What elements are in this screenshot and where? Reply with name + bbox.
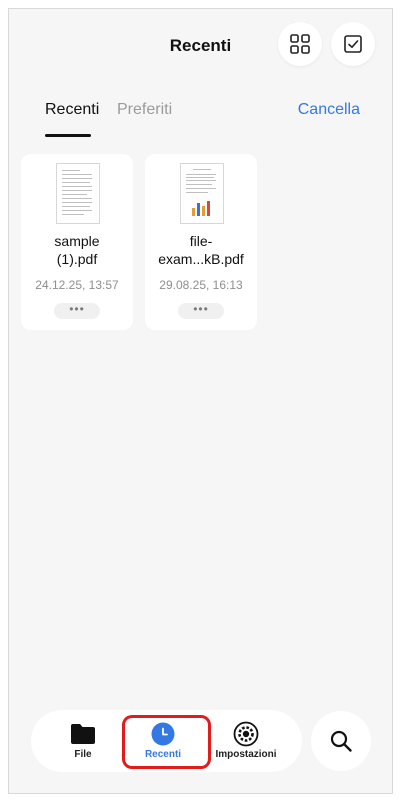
nav-label: File <box>74 749 92 760</box>
file-name: file- exam...kB.pdf <box>158 233 244 267</box>
settings-gear-icon <box>233 721 259 747</box>
app-screen: Recenti Recenti Preferiti Cancella sampl… <box>8 8 393 794</box>
more-options-button[interactable]: ••• <box>54 303 100 319</box>
search-button[interactable] <box>311 711 371 771</box>
grid-icon <box>290 34 310 54</box>
grid-view-button[interactable] <box>278 22 322 66</box>
nav-item-impostazioni[interactable]: Impostazioni <box>206 710 286 772</box>
file-card[interactable]: file- exam...kB.pdf 29.08.25, 16:13 ••• <box>145 154 257 330</box>
file-thumbnail <box>56 163 100 224</box>
active-tab-indicator <box>45 134 91 137</box>
nav-item-file[interactable]: File <box>43 710 123 772</box>
file-date: 29.08.25, 16:13 <box>159 278 243 292</box>
search-icon <box>330 730 352 752</box>
checkbox-icon <box>344 35 362 53</box>
select-button[interactable] <box>331 22 375 66</box>
cancel-button[interactable]: Cancella <box>298 101 360 119</box>
folder-icon <box>71 724 95 744</box>
file-card[interactable]: sample (1).pdf 24.12.25, 13:57 ••• <box>21 154 133 330</box>
chart-preview-icon <box>192 201 210 216</box>
more-options-button[interactable]: ••• <box>178 303 224 319</box>
tab-recenti[interactable]: Recenti <box>45 101 99 119</box>
file-thumbnail <box>180 163 224 224</box>
file-name: sample (1).pdf <box>54 233 100 267</box>
tab-preferiti[interactable]: Preferiti <box>117 101 172 119</box>
highlight-box <box>122 715 211 769</box>
nav-label: Impostazioni <box>215 749 277 760</box>
file-date: 24.12.25, 13:57 <box>35 278 119 292</box>
